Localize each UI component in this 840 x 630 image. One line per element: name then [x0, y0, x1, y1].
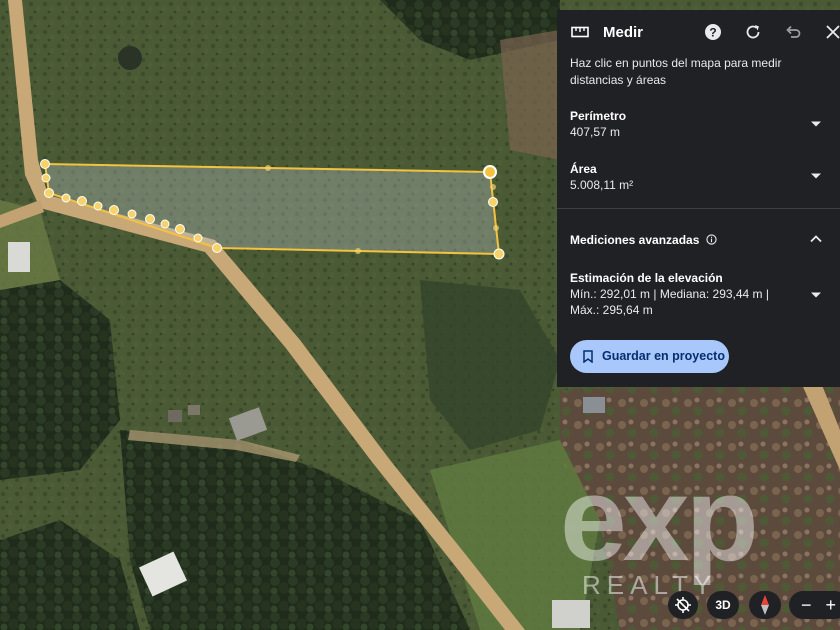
- area-value: 5.008,11 m²: [570, 178, 634, 192]
- recenter-button[interactable]: [668, 591, 698, 619]
- building-right: [583, 397, 605, 413]
- vertex[interactable]: [193, 233, 203, 243]
- advanced-measurements-row[interactable]: Mediciones avanzadas: [570, 232, 717, 248]
- advanced-label: Mediciones avanzadas: [570, 233, 700, 247]
- elevation-stats-line2: Máx.: 295,64 m: [570, 303, 653, 317]
- instructions-text: Haz clic en puntos del mapa para medir d…: [570, 56, 782, 87]
- vertex[interactable]: [145, 214, 155, 224]
- midpoint[interactable]: [490, 184, 496, 190]
- vertex[interactable]: [40, 159, 50, 169]
- building-bottom-right: [552, 600, 590, 628]
- midpoint[interactable]: [355, 248, 361, 254]
- ruler-icon: [571, 26, 589, 38]
- pond: [118, 46, 142, 70]
- measure-panel: Medir ? Haz clic en puntos del mapa para…: [557, 10, 840, 387]
- close-icon[interactable]: [823, 22, 840, 42]
- elevation-stats-line1: Mín.: 292,01 m | Mediana: 293,44 m |: [570, 287, 770, 301]
- building-small-1: [168, 410, 182, 422]
- midpoint[interactable]: [265, 165, 271, 171]
- panel-title: Medir: [603, 24, 644, 41]
- midpoint[interactable]: [493, 225, 499, 231]
- elevation-label: Estimación de la elevación: [570, 271, 723, 285]
- zoom-in-button[interactable]: +: [826, 595, 837, 616]
- vertex[interactable]: [212, 243, 222, 253]
- area-label: Área: [570, 162, 597, 176]
- perimeter-label: Perímetro: [570, 109, 627, 123]
- vertex[interactable]: [488, 197, 498, 207]
- chevron-down-icon[interactable]: [810, 172, 822, 180]
- vertex[interactable]: [41, 173, 51, 183]
- vertex-active[interactable]: [483, 165, 497, 179]
- compass-icon: [761, 595, 769, 615]
- watermark-subtitle: REALTY: [582, 570, 717, 600]
- save-to-project-button[interactable]: Guardar en proyecto: [570, 340, 729, 373]
- elevation-row[interactable]: Estimación de la elevación Mín.: 292,01 …: [570, 270, 770, 318]
- svg-text:?: ?: [709, 26, 716, 40]
- chevron-down-icon[interactable]: [810, 120, 822, 128]
- vertex[interactable]: [160, 219, 170, 229]
- save-button-label: Guardar en proyecto: [602, 349, 725, 363]
- chevron-up-icon[interactable]: [810, 235, 822, 243]
- zoom-out-button[interactable]: −: [801, 595, 812, 616]
- perimeter-value: 407,57 m: [570, 125, 621, 139]
- panel-header: Medir ?: [557, 10, 840, 54]
- watermark-brand: exp: [560, 452, 755, 586]
- perimeter-row[interactable]: Perímetro 407,57 m: [570, 108, 626, 140]
- vertex[interactable]: [77, 196, 87, 206]
- view-3d-button[interactable]: 3D: [707, 591, 739, 619]
- vertex[interactable]: [493, 248, 505, 260]
- recenter-off-icon: [675, 597, 691, 613]
- info-icon[interactable]: [706, 234, 717, 245]
- vertex[interactable]: [127, 209, 137, 219]
- divider: [557, 208, 840, 209]
- undo-icon[interactable]: [783, 22, 803, 42]
- exp-realty-watermark: exp REALTY: [560, 452, 759, 600]
- help-icon[interactable]: ?: [703, 22, 723, 42]
- area-row[interactable]: Área 5.008,11 m²: [570, 161, 633, 193]
- building-left: [8, 242, 30, 272]
- vertex[interactable]: [175, 224, 185, 234]
- vertex[interactable]: [44, 188, 54, 198]
- compass-button[interactable]: [749, 591, 781, 619]
- zoom-control: − +: [789, 591, 840, 619]
- bookmark-icon: [583, 350, 593, 363]
- vertex[interactable]: [109, 205, 119, 215]
- vertex[interactable]: [61, 193, 71, 203]
- vertex[interactable]: [93, 201, 103, 211]
- reset-icon[interactable]: [743, 22, 763, 42]
- chevron-down-icon[interactable]: [810, 291, 822, 299]
- building-small-2: [188, 405, 200, 415]
